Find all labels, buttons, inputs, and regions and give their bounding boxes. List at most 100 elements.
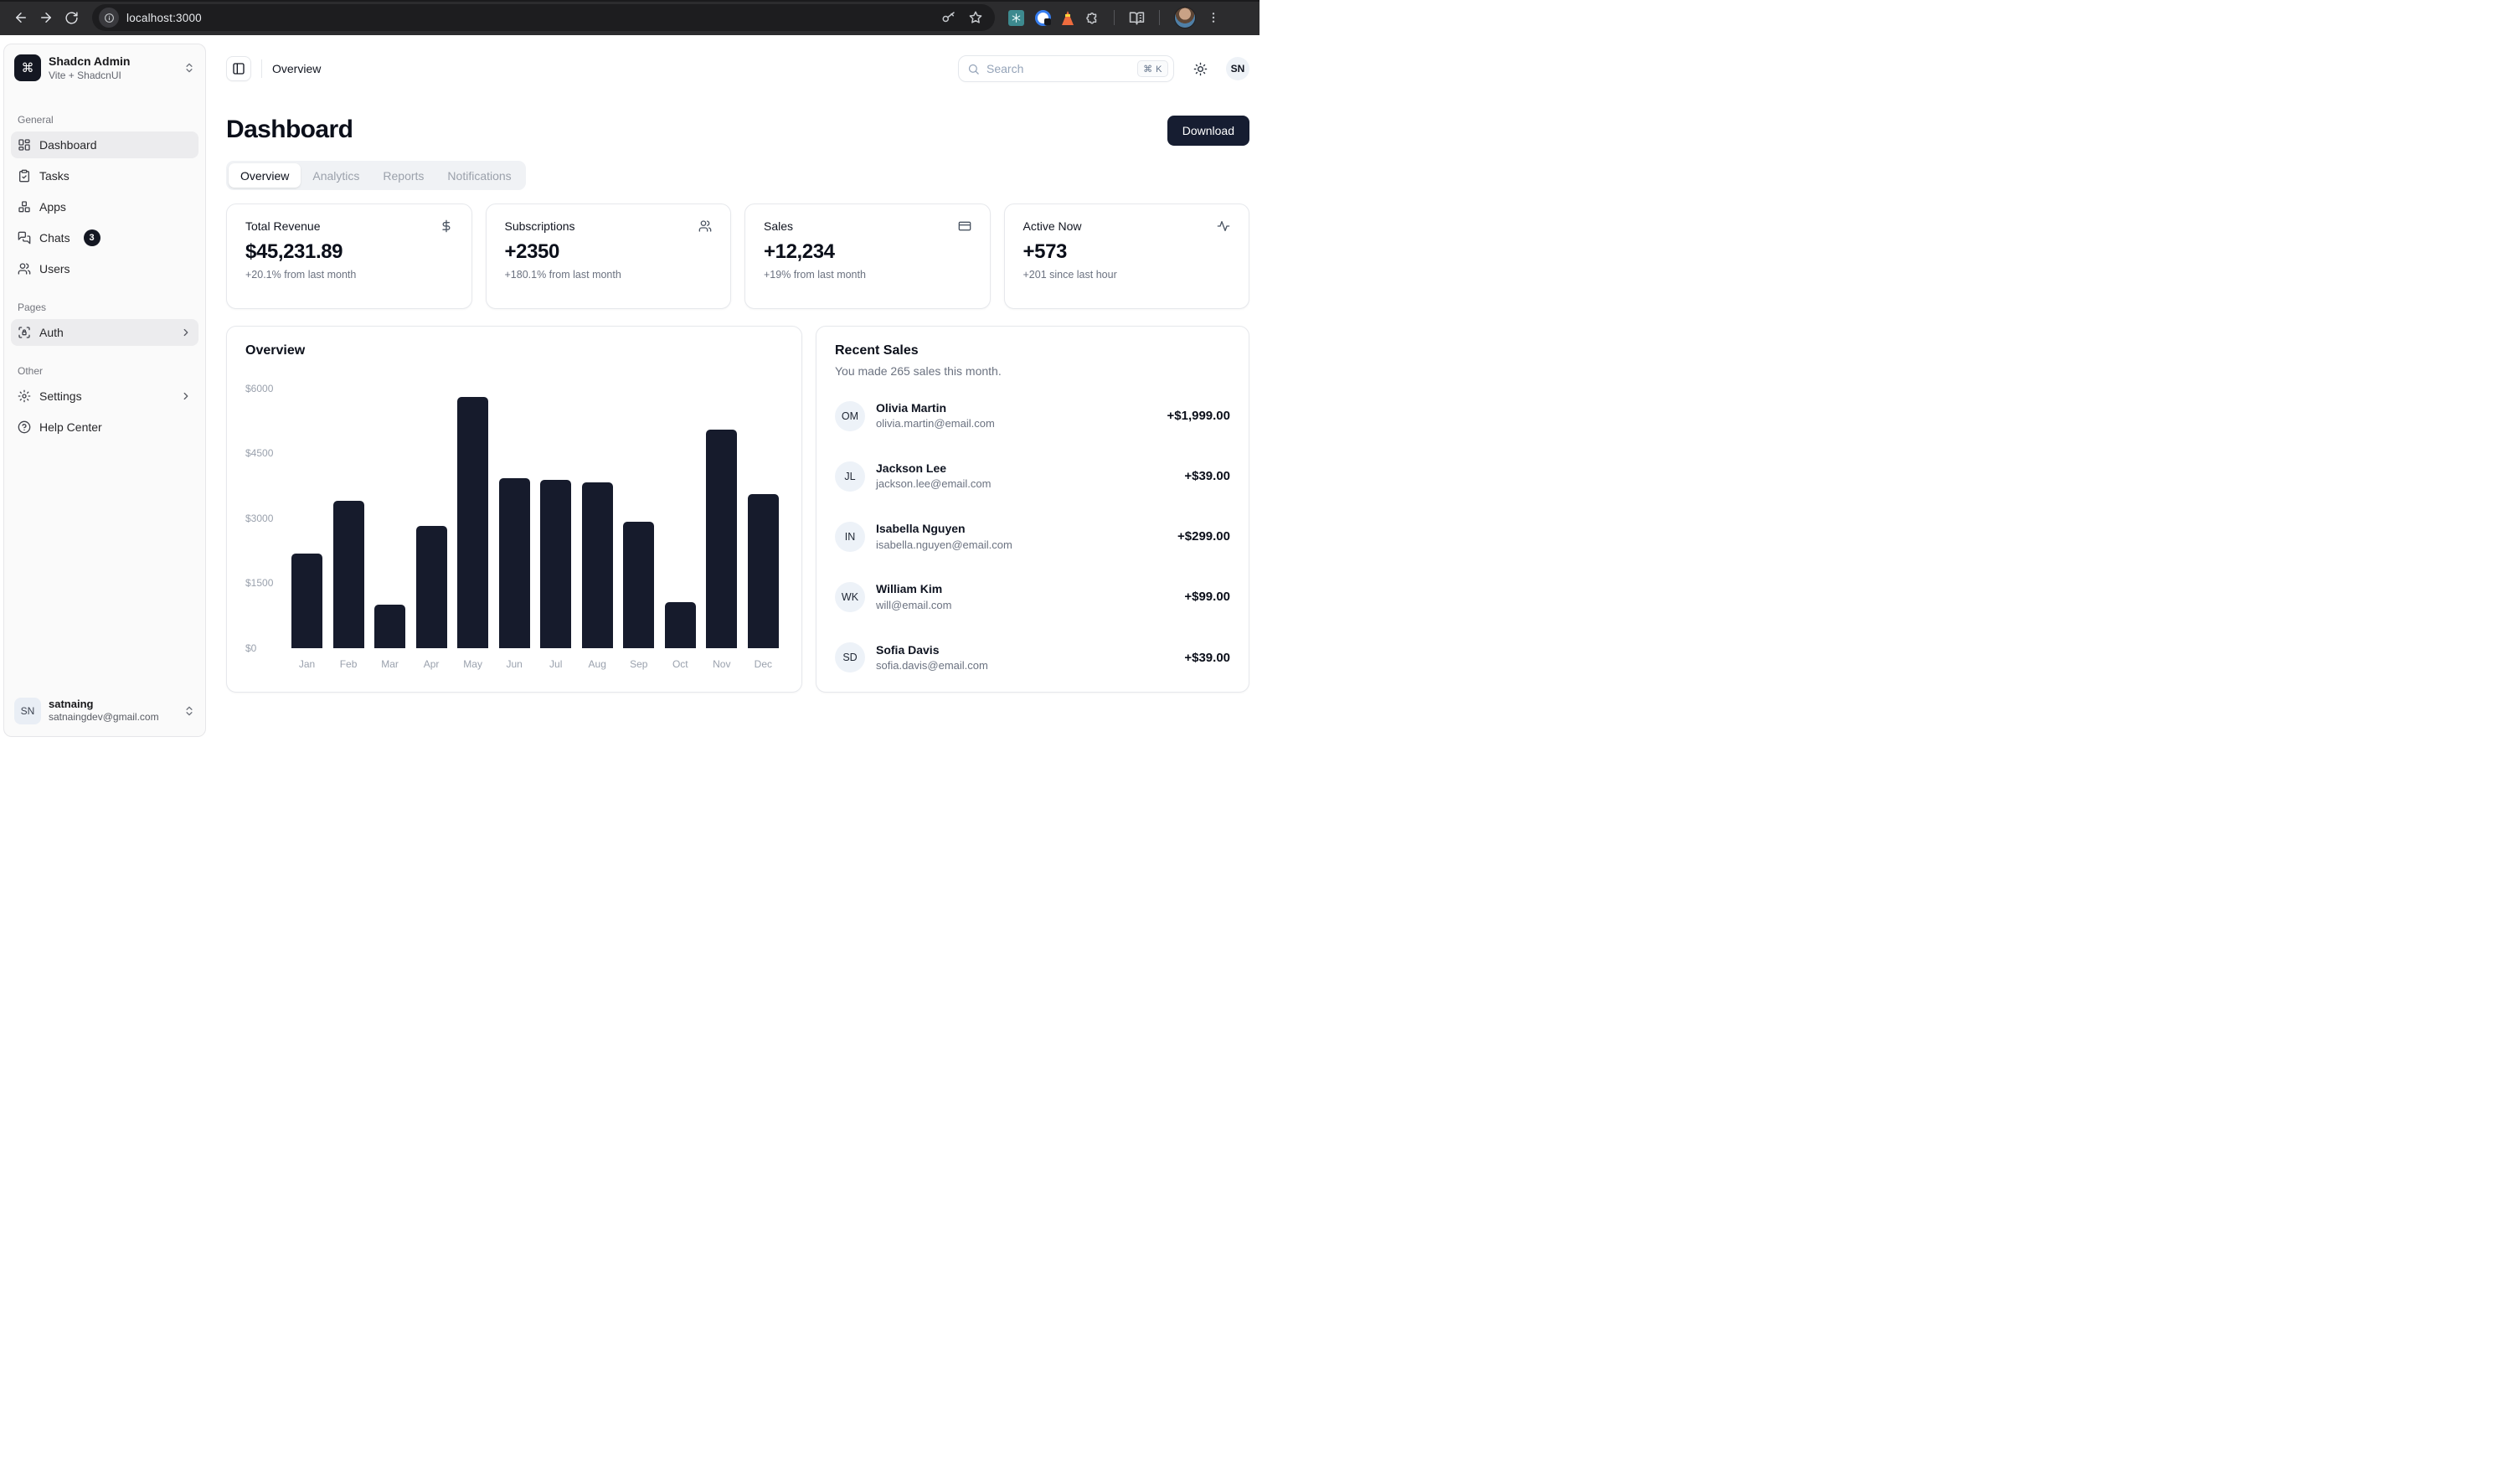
nav-group-label: Pages — [11, 301, 198, 313]
stat-value: +12,234 — [764, 240, 971, 264]
chevron-right-icon — [180, 390, 192, 402]
nav-group-label: General — [11, 114, 198, 126]
extensions-puzzle-icon[interactable] — [1084, 10, 1100, 25]
sidebar-toggle-button[interactable] — [226, 56, 251, 81]
search-shortcut-kbd: ⌘ K — [1137, 60, 1168, 77]
x-tick: Oct — [665, 658, 696, 670]
customer-name: Isabella Nguyen — [876, 520, 1012, 537]
reading-list-icon[interactable] — [1129, 10, 1145, 26]
address-bar[interactable]: localhost:3000 — [92, 4, 995, 31]
bar-chart: $6000 $4500 $3000 $1500 $0 — [245, 372, 783, 670]
sale-row: OM Olivia Martin olivia.martin@email.com… — [835, 399, 1230, 432]
chevron-right-icon — [180, 327, 192, 338]
sidebar-item-label: Auth — [39, 326, 64, 339]
menu-dots-icon[interactable] — [1207, 11, 1220, 24]
dashboard-tabs: Overview Analytics Reports Notifications — [226, 161, 526, 190]
activity-icon — [1217, 219, 1230, 233]
download-button[interactable]: Download — [1167, 116, 1249, 146]
stat-value: $45,231.89 — [245, 240, 453, 264]
stat-card-total-revenue: Total Revenue $45,231.89 +20.1% from las… — [226, 204, 472, 309]
sale-amount: +$1,999.00 — [1167, 409, 1231, 423]
sale-amount: +$39.00 — [1184, 651, 1230, 665]
customer-email: jackson.lee@email.com — [876, 477, 991, 492]
customer-email: will@email.com — [876, 598, 952, 614]
bar-aug — [582, 482, 613, 648]
user-menu[interactable]: SN satnaing satnaingdev@gmail.com — [11, 693, 198, 729]
extension-icon-lighthouse[interactable] — [1062, 11, 1074, 25]
sidebar-item-tasks[interactable]: Tasks — [11, 162, 198, 189]
avatar: IN — [835, 522, 865, 552]
bar-sep — [623, 522, 654, 648]
stat-title: Sales — [764, 219, 793, 233]
dollar-sign-icon — [440, 219, 453, 233]
theme-toggle-button[interactable] — [1187, 56, 1213, 81]
customer-email: isabella.nguyen@email.com — [876, 538, 1012, 554]
panel-left-icon — [232, 62, 245, 75]
stat-title: Subscriptions — [505, 219, 575, 233]
recent-sales-list: OM Olivia Martin olivia.martin@email.com… — [835, 399, 1230, 674]
bar-jul — [540, 480, 571, 648]
sidebar-item-apps[interactable]: Apps — [11, 193, 198, 220]
back-button[interactable] — [8, 5, 33, 30]
stat-cards: Total Revenue $45,231.89 +20.1% from las… — [226, 204, 1249, 309]
tab-analytics[interactable]: Analytics — [301, 163, 371, 188]
extensions-row — [1008, 7, 1220, 28]
user-email: satnaingdev@gmail.com — [49, 711, 159, 724]
customer-email: olivia.martin@email.com — [876, 416, 995, 432]
x-tick: Feb — [333, 658, 364, 670]
reload-button[interactable] — [59, 5, 84, 30]
customer-name: Olivia Martin — [876, 399, 995, 416]
url-text: localhost:3000 — [126, 12, 202, 24]
breadcrumb: Overview — [272, 62, 321, 75]
password-key-icon[interactable] — [941, 10, 956, 25]
x-tick: Jul — [540, 658, 571, 670]
sidebar-item-dashboard[interactable]: Dashboard — [11, 131, 198, 158]
info-icon — [104, 13, 115, 23]
sidebar-item-chats[interactable]: Chats 3 — [11, 224, 198, 251]
x-tick: Jun — [499, 658, 530, 670]
sidebar: ⌘ Shadcn Admin Vite + ShadcnUI General D… — [3, 44, 206, 737]
stat-value: +573 — [1023, 240, 1231, 264]
forward-arrow-icon — [39, 10, 54, 25]
sidebar-item-help-center[interactable]: Help Center — [11, 414, 198, 441]
team-plan: Vite + ShadcnUI — [49, 70, 131, 82]
search-input[interactable]: Search ⌘ K — [958, 55, 1174, 82]
stat-change: +19% from last month — [764, 269, 971, 281]
sidebar-item-users[interactable]: Users — [11, 255, 198, 282]
y-tick: $6000 — [245, 383, 273, 394]
avatar: WK — [835, 582, 865, 612]
clipboard-check-icon — [18, 169, 31, 183]
sidebar-item-label: Settings — [39, 389, 82, 403]
team-switcher[interactable]: ⌘ Shadcn Admin Vite + ShadcnUI — [11, 51, 198, 85]
tab-reports[interactable]: Reports — [371, 163, 435, 188]
tab-overview[interactable]: Overview — [229, 163, 301, 188]
search-icon — [967, 63, 980, 75]
gear-icon — [18, 389, 31, 403]
bar-nov — [706, 430, 737, 648]
x-tick: Apr — [416, 658, 447, 670]
tab-notifications[interactable]: Notifications — [435, 163, 523, 188]
extension-icon-teal[interactable] — [1008, 10, 1024, 26]
sale-amount: +$99.00 — [1184, 590, 1230, 604]
browser-profile-avatar[interactable] — [1174, 7, 1196, 28]
sidebar-item-settings[interactable]: Settings — [11, 383, 198, 410]
y-tick: $3000 — [245, 513, 273, 524]
forward-button[interactable] — [33, 5, 59, 30]
sidebar-item-label: Users — [39, 262, 70, 276]
extension-icon-1password[interactable] — [1035, 10, 1051, 26]
sidebar-item-label: Dashboard — [39, 138, 97, 152]
sidebar-item-label: Chats — [39, 231, 70, 245]
sidebar-item-label: Help Center — [39, 420, 102, 434]
back-arrow-icon — [13, 10, 28, 25]
browser-toolbar: localhost:3000 — [0, 0, 1260, 35]
toolbar-divider — [1159, 10, 1160, 25]
chart-title: Overview — [245, 343, 783, 358]
bar-mar — [374, 605, 405, 648]
sun-icon — [1193, 62, 1208, 76]
profile-avatar-button[interactable]: SN — [1226, 57, 1249, 80]
sidebar-item-auth[interactable]: Auth — [11, 319, 198, 346]
site-info-button[interactable] — [99, 8, 119, 28]
bookmark-star-icon[interactable] — [968, 10, 983, 25]
y-tick: $4500 — [245, 447, 273, 459]
x-tick: Dec — [748, 658, 779, 670]
